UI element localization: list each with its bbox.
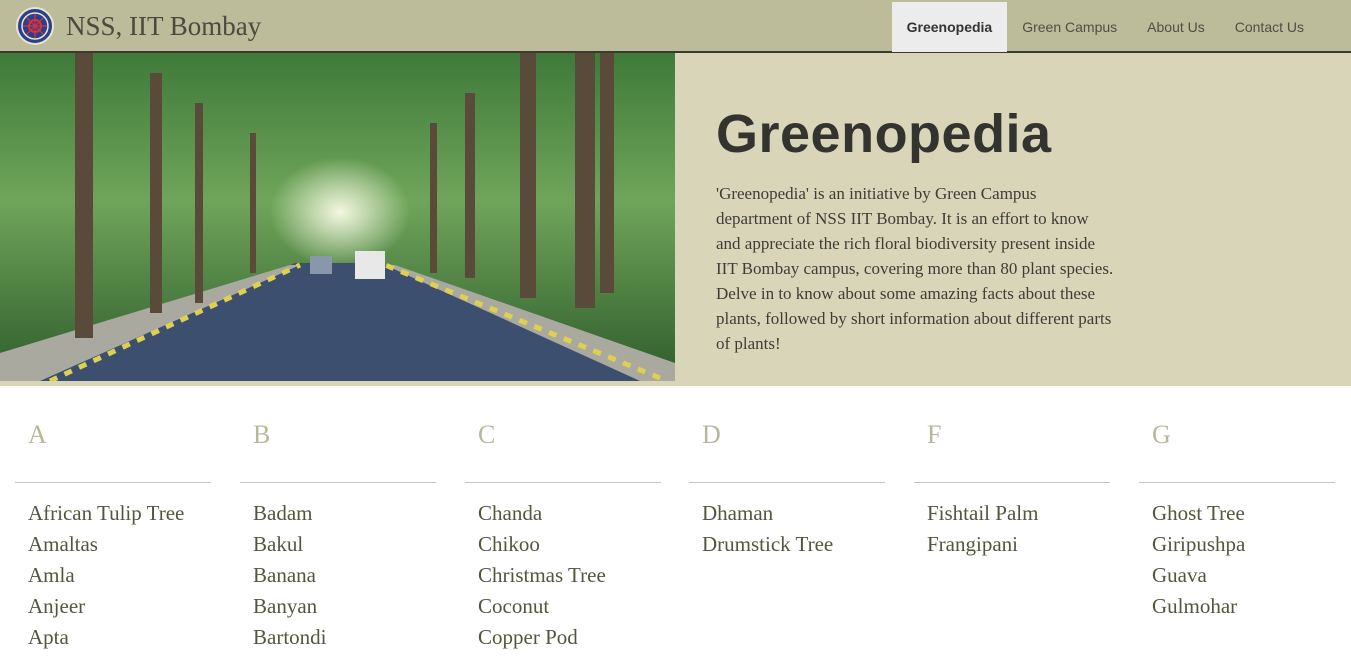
divider xyxy=(914,482,1110,483)
plant-list: Ghost Tree Giripushpa Guava Gulmohar xyxy=(1152,498,1245,622)
nav-contact-us[interactable]: Contact Us xyxy=(1220,2,1319,52)
index-letter: D xyxy=(702,420,721,449)
index-letter: C xyxy=(478,420,496,449)
divider xyxy=(240,482,436,483)
plant-link[interactable]: Chikoo xyxy=(478,529,606,560)
plant-list: Chanda Chikoo Christmas Tree Coconut Cop… xyxy=(478,498,606,653)
plant-link[interactable]: Banyan xyxy=(253,591,327,622)
divider xyxy=(1139,482,1335,483)
plant-link[interactable]: Apta xyxy=(28,622,184,653)
index-letter: A xyxy=(28,420,47,449)
index-letter: G xyxy=(1152,420,1171,449)
plant-link[interactable]: Copper Pod xyxy=(478,622,606,653)
plant-link[interactable]: Coconut xyxy=(478,591,606,622)
plant-list: Fishtail Palm Frangipani xyxy=(927,498,1038,560)
plant-link[interactable]: Amaltas xyxy=(28,529,184,560)
hero-description: 'Greenopedia' is an initiative by Green … xyxy=(716,184,1114,353)
nss-logo-icon xyxy=(16,7,54,45)
plant-list: Dhaman Drumstick Tree xyxy=(702,498,833,560)
plant-link[interactable]: Bakul xyxy=(253,529,327,560)
nav-greenopedia[interactable]: Greenopedia xyxy=(891,2,1008,52)
plant-link[interactable]: Badam xyxy=(253,498,327,529)
plant-index: A African Tulip Tree Amaltas Amla Anjeer… xyxy=(0,386,1351,656)
index-letter: F xyxy=(927,420,942,449)
plant-link[interactable]: Fishtail Palm xyxy=(927,498,1038,529)
hero-title: Greenopedia xyxy=(716,104,1052,164)
brand-title: NSS, IIT Bombay xyxy=(66,10,262,41)
hero-content: Greenopedia 'Greenopedia' is an initiati… xyxy=(716,103,1116,356)
plant-link[interactable]: Giripushpa xyxy=(1152,529,1245,560)
divider xyxy=(689,482,885,483)
plant-link[interactable]: Ghost Tree xyxy=(1152,498,1245,529)
nav-about-us[interactable]: About Us xyxy=(1132,2,1220,52)
plant-link[interactable]: Gulmohar xyxy=(1152,591,1245,622)
plant-link[interactable]: African Tulip Tree xyxy=(28,498,184,529)
plant-list: African Tulip Tree Amaltas Amla Anjeer A… xyxy=(28,498,184,653)
plant-link[interactable]: Guava xyxy=(1152,560,1245,591)
brand[interactable]: NSS, IIT Bombay xyxy=(16,6,261,46)
plant-link[interactable]: Banana xyxy=(253,560,327,591)
nav-menu: Greenopedia Green Campus About Us Contac… xyxy=(891,2,1319,52)
top-navbar: NSS, IIT Bombay Greenopedia Green Campus… xyxy=(0,0,1351,53)
plant-link[interactable]: Dhaman xyxy=(702,498,833,529)
nav-green-campus[interactable]: Green Campus xyxy=(1007,2,1132,52)
campus-road-photo xyxy=(0,53,675,381)
plant-link[interactable]: Christmas Tree xyxy=(478,560,606,591)
plant-list: Badam Bakul Banana Banyan Bartondi xyxy=(253,498,327,653)
plant-link[interactable]: Drumstick Tree xyxy=(702,529,833,560)
plant-link[interactable]: Chanda xyxy=(478,498,606,529)
divider xyxy=(15,482,211,483)
index-letter: B xyxy=(253,420,271,449)
plant-link[interactable]: Bartondi xyxy=(253,622,327,653)
plant-link[interactable]: Amla xyxy=(28,560,184,591)
plant-link[interactable]: Frangipani xyxy=(927,529,1038,560)
plant-link[interactable]: Anjeer xyxy=(28,591,184,622)
divider xyxy=(465,482,661,483)
hero-section: Greenopedia 'Greenopedia' is an initiati… xyxy=(0,53,1351,386)
